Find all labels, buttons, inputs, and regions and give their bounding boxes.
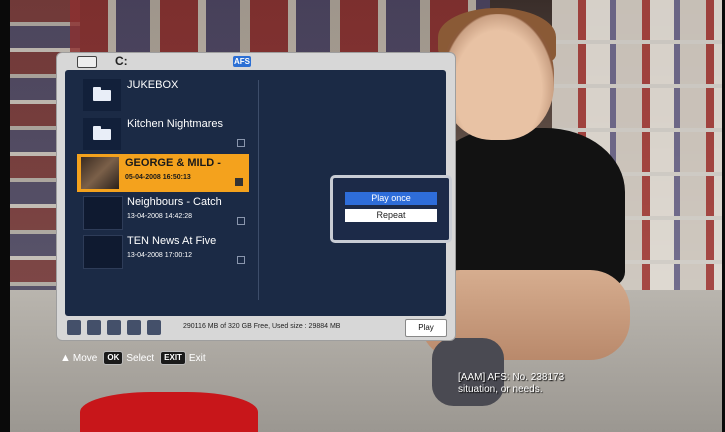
folder-icon bbox=[83, 118, 121, 150]
boy-head bbox=[442, 14, 554, 140]
exit-key: EXIT bbox=[160, 351, 186, 365]
toy-shelf-top bbox=[70, 0, 490, 52]
hint-exit: Exit bbox=[188, 352, 206, 364]
item-date: 13-04-2008 17:00:12 bbox=[127, 252, 192, 259]
red-toy-car bbox=[80, 392, 258, 432]
column-divider bbox=[258, 80, 259, 300]
lock-icon[interactable] bbox=[127, 320, 141, 335]
drive-icon bbox=[77, 56, 97, 68]
folder-icon bbox=[83, 79, 121, 111]
list-item-neighbours[interactable]: Neighbours - Catch 13-04-2008 14:42:28 bbox=[79, 193, 255, 231]
item-title: GEORGE & MILD - bbox=[125, 157, 221, 169]
flag-icon bbox=[235, 178, 243, 186]
list-item-kitchen-nightmares[interactable]: Kitchen Nightmares bbox=[79, 115, 255, 153]
recording-thumbnail bbox=[81, 157, 119, 189]
item-date: 05-04-2008 16:50:13 bbox=[125, 174, 191, 181]
item-title: Kitchen Nightmares bbox=[127, 118, 223, 130]
flag-icon bbox=[237, 139, 245, 147]
boy-body bbox=[425, 128, 625, 288]
list-item-jukebox[interactable]: JUKEBOX bbox=[79, 76, 255, 114]
afs-badge: AFS bbox=[233, 56, 251, 67]
item-title: JUKEBOX bbox=[127, 79, 179, 91]
play-once-option[interactable]: Play once bbox=[345, 192, 437, 205]
flag-icon bbox=[237, 256, 245, 264]
user-icon[interactable] bbox=[147, 320, 161, 335]
play-button[interactable]: Play bbox=[405, 319, 447, 337]
edit-icon[interactable] bbox=[67, 320, 81, 335]
caption-line-1: [AAM] AFS: No. 238173 bbox=[458, 372, 565, 383]
rename-icon[interactable] bbox=[107, 320, 121, 335]
file-list: JUKEBOX Kitchen Nightmares GEORGE & MILD… bbox=[77, 76, 255, 271]
panel-toolbar: 290116 MB of 320 GB Free, Used size : 29… bbox=[65, 319, 447, 337]
drive-label: C: bbox=[115, 54, 128, 68]
list-item-george-and-mild[interactable]: GEORGE & MILD - 05-04-2008 16:50:13 bbox=[77, 154, 249, 192]
hint-bar: ▲︎ Move OK Select EXIT Exit bbox=[60, 349, 206, 367]
caption-line-2: situation, or needs. bbox=[458, 384, 543, 395]
up-down-arrow-icon: ▲︎ bbox=[60, 352, 71, 364]
play-mode-popup: Play once Repeat bbox=[330, 175, 452, 243]
broadcast-caption: [AAM] AFS: No. 238173 situation, or need… bbox=[458, 372, 564, 396]
hint-move: Move bbox=[72, 352, 98, 364]
recording-thumbnail bbox=[83, 196, 123, 230]
flag-icon bbox=[237, 217, 245, 225]
ok-key: OK bbox=[103, 351, 124, 365]
hint-select: Select bbox=[126, 352, 155, 364]
item-title: TEN News At Five bbox=[127, 235, 217, 247]
repeat-option[interactable]: Repeat bbox=[345, 209, 437, 222]
trash-icon[interactable] bbox=[87, 320, 101, 335]
recording-thumbnail bbox=[83, 235, 123, 269]
item-date: 13-04-2008 14:42:28 bbox=[127, 213, 192, 220]
storage-status: 290116 MB of 320 GB Free, Used size : 29… bbox=[183, 323, 341, 330]
item-title: Neighbours - Catch bbox=[127, 196, 222, 208]
panel-titlebar: C: AFS bbox=[57, 53, 455, 70]
list-item-ten-news[interactable]: TEN News At Five 13-04-2008 17:00:12 bbox=[79, 232, 255, 270]
